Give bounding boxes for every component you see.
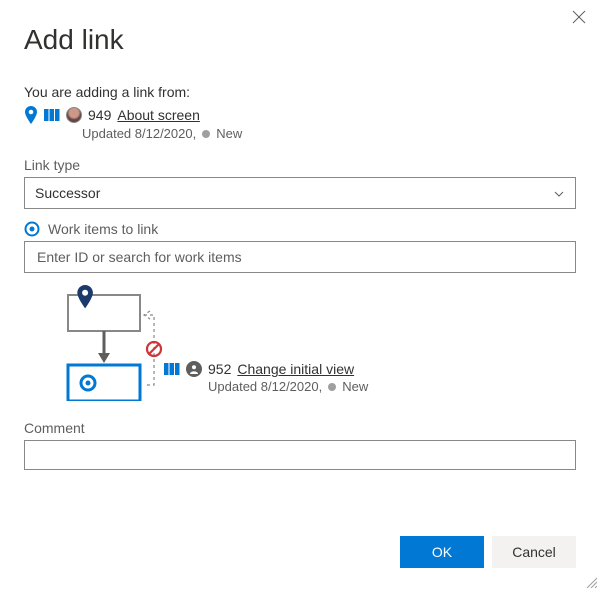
book-icon [164,362,180,376]
state-dot-icon [202,130,210,138]
avatar [66,107,82,123]
relationship-diagram [24,285,164,404]
linked-item-row: 952 Change initial view [164,361,576,377]
linked-state: New [342,379,368,394]
dialog-title: Add link [24,24,576,56]
link-type-select[interactable]: Successor [24,177,576,209]
state-dot-icon [328,383,336,391]
linked-updated: Updated 8/12/2020, [208,379,322,394]
ok-button[interactable]: OK [400,536,484,568]
linked-id: 952 [208,361,231,377]
source-updated: Updated 8/12/2020, [82,126,196,141]
close-icon[interactable] [572,10,586,29]
linked-title-link[interactable]: Change initial view [237,361,354,377]
cancel-button[interactable]: Cancel [492,536,576,568]
book-icon [44,108,60,122]
target-icon [24,221,40,237]
from-label: You are adding a link from: [24,84,576,100]
source-item-row: 949 About screen [24,106,576,124]
work-items-header: Work items to link [24,221,576,237]
source-meta: Updated 8/12/2020, New [82,126,576,141]
comment-label: Comment [24,420,576,436]
chevron-down-icon [553,187,565,199]
linked-meta: Updated 8/12/2020, New [208,379,576,394]
source-title-link[interactable]: About screen [117,107,200,123]
unassigned-user-icon [186,361,202,377]
comment-input[interactable] [24,440,576,470]
source-id: 949 [88,107,111,123]
pin-icon [24,106,38,124]
link-type-value: Successor [35,185,100,201]
work-items-input-wrapper[interactable] [24,241,576,273]
work-items-label: Work items to link [48,221,158,237]
source-state: New [216,126,242,141]
link-type-label: Link type [24,157,576,173]
resize-handle-icon [585,576,597,591]
work-items-search-input[interactable] [35,248,565,266]
